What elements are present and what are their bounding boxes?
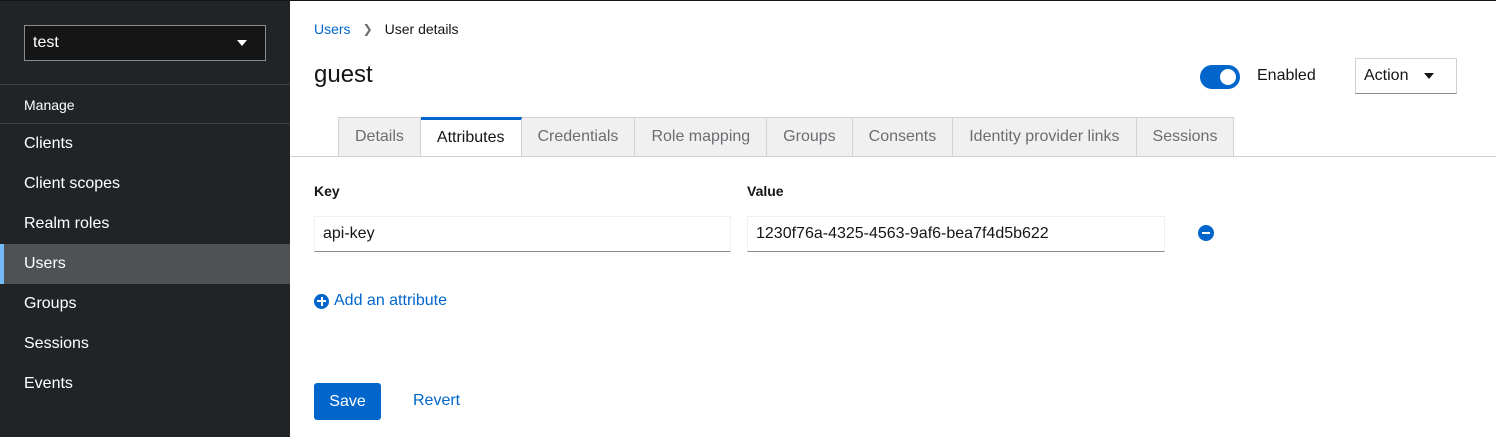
sidebar-item-sessions[interactable]: Sessions [0, 324, 290, 364]
breadcrumb: Users ❯ User details [314, 21, 459, 37]
revert-button[interactable]: Revert [413, 392, 460, 410]
sidebar-item-label: Clients [24, 135, 73, 152]
sidebar-item-groups[interactable]: Groups [0, 284, 290, 324]
tab-consents[interactable]: Consents [852, 117, 954, 157]
realm-selector-value: test [33, 34, 59, 51]
breadcrumb-current: User details [384, 21, 459, 37]
app-root: test Manage Clients Client scopes Realm … [0, 0, 1496, 437]
add-attribute-button[interactable]: Add an attribute [314, 292, 447, 310]
page-title: guest [314, 61, 373, 88]
remove-attribute-icon[interactable] [1198, 225, 1214, 241]
tab-attributes[interactable]: Attributes [420, 117, 522, 157]
tab-credentials[interactable]: Credentials [521, 117, 636, 157]
sidebar-item-users[interactable]: Users [0, 244, 290, 284]
tab-sessions[interactable]: Sessions [1136, 117, 1235, 157]
action-dropdown[interactable]: Action [1355, 58, 1457, 94]
enabled-toggle-label: Enabled [1257, 67, 1316, 84]
tab-details[interactable]: Details [338, 117, 421, 157]
sidebar-section-title: Manage [24, 97, 75, 113]
tab-groups[interactable]: Groups [767, 117, 853, 157]
sidebar-divider [0, 84, 290, 85]
save-button[interactable]: Save [314, 383, 381, 420]
sidebar-item-label: Realm roles [24, 215, 110, 232]
toggle-knob [1220, 69, 1236, 85]
chevron-right-icon: ❯ [362, 22, 373, 36]
action-dropdown-label: Action [1364, 67, 1409, 84]
caret-down-icon [237, 40, 247, 46]
add-attribute-label: Add an attribute [334, 292, 447, 309]
plus-circle-icon [314, 293, 329, 309]
value-column-label: Value [747, 183, 784, 199]
tab-identity-provider-links[interactable]: Identity provider links [953, 117, 1137, 157]
realm-selector[interactable]: test [24, 25, 266, 61]
enabled-toggle[interactable] [1200, 65, 1240, 89]
sidebar-item-clients[interactable]: Clients [0, 124, 290, 164]
attribute-value-input[interactable] [747, 216, 1165, 252]
sidebar-item-client-scopes[interactable]: Client scopes [0, 164, 290, 204]
main-content: Users ❯ User details guest Enabled Actio… [290, 1, 1496, 437]
tab-role-mapping[interactable]: Role mapping [635, 117, 768, 157]
breadcrumb-users-link[interactable]: Users [314, 21, 351, 37]
sidebar-item-label: Users [24, 255, 66, 272]
sidebar-nav: Clients Client scopes Realm roles Users … [0, 124, 290, 404]
sidebar-item-label: Events [24, 375, 73, 392]
caret-down-icon [1424, 73, 1434, 79]
sidebar-item-label: Sessions [24, 335, 89, 352]
tab-divider [290, 156, 1496, 157]
attribute-key-input[interactable] [314, 216, 731, 252]
sidebar-item-label: Groups [24, 295, 77, 312]
tab-bar: Details Attributes Credentials Role mapp… [338, 117, 1235, 157]
sidebar: test Manage Clients Client scopes Realm … [0, 1, 290, 437]
sidebar-item-label: Client scopes [24, 175, 121, 192]
key-column-label: Key [314, 183, 340, 199]
sidebar-item-realm-roles[interactable]: Realm roles [0, 204, 290, 244]
sidebar-item-events[interactable]: Events [0, 364, 290, 404]
